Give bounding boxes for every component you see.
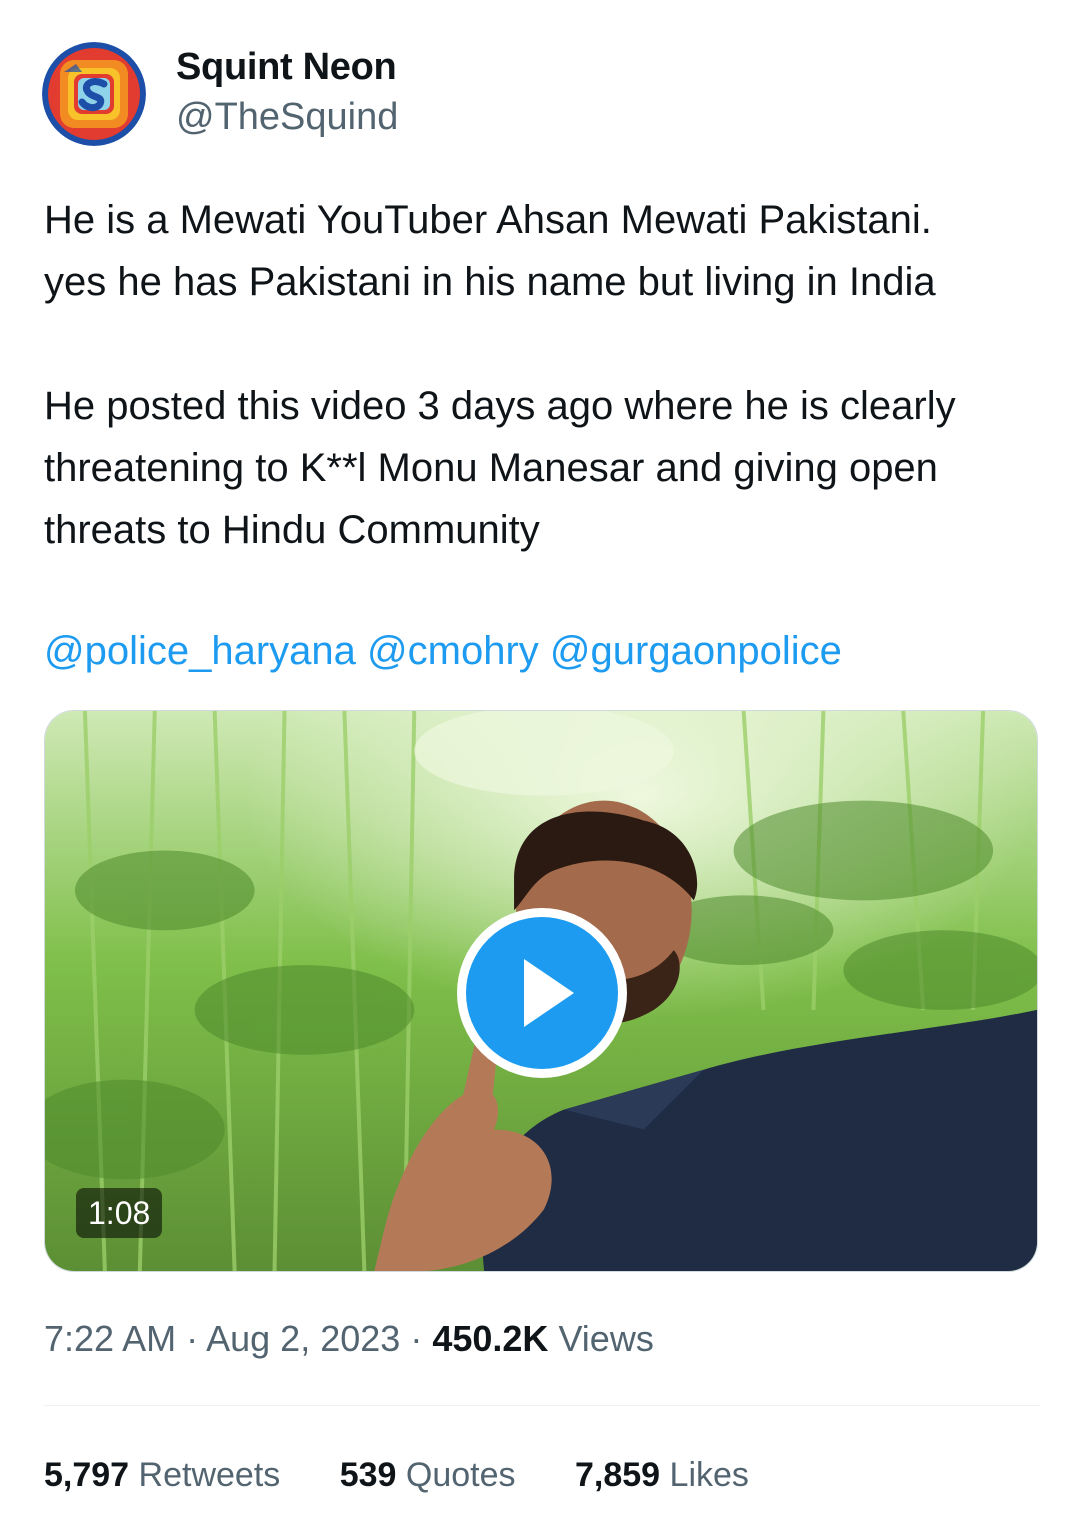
play-button-circle (466, 917, 618, 1069)
play-icon (524, 959, 574, 1027)
tweet-date[interactable]: Aug 2, 2023 (206, 1318, 400, 1359)
tweet-text-line: He is a Mewati YouTuber Ahsan Mewati Pak… (44, 198, 932, 242)
tweet-text-line: threatening to K**l Monu Manesar and giv… (44, 446, 938, 490)
tweet-text-line: He posted this video 3 days ago where he… (44, 384, 956, 428)
views-label: Views (558, 1318, 654, 1359)
quotes-label: Quotes (405, 1456, 516, 1494)
likes-stat[interactable]: 7,859 Likes (575, 1448, 749, 1502)
tweet-paragraph-2: He posted this video 3 days ago where he… (44, 375, 1044, 561)
mention-link[interactable]: @police_haryana (44, 629, 356, 673)
tweet-meta: 7:22 AM · Aug 2, 2023 · 450.2K Views (44, 1312, 654, 1366)
meta-separator: · (410, 1318, 423, 1359)
meta-separator: · (186, 1318, 199, 1359)
retweets-count: 5,797 (44, 1456, 130, 1494)
retweets-stat[interactable]: 5,797 Retweets (44, 1448, 280, 1502)
tweet-time[interactable]: 7:22 AM (44, 1318, 176, 1359)
likes-count: 7,859 (575, 1456, 661, 1494)
author-name[interactable]: Squint Neon (176, 46, 397, 89)
tweet-text-line: yes he has Pakistani in his name but liv… (44, 260, 936, 304)
retweets-label: Retweets (138, 1456, 281, 1494)
play-button[interactable] (457, 908, 627, 1078)
tweet-detail: Squint Neon @TheSquind He is a Mewati Yo… (0, 0, 1080, 1536)
mentions: @police_haryana @cmohry @gurgaonpolice (44, 620, 842, 682)
likes-label: Likes (669, 1456, 749, 1494)
avatar[interactable] (42, 42, 146, 146)
mention-link[interactable]: @cmohry (367, 629, 539, 673)
divider (44, 1405, 1040, 1406)
video-player[interactable]: 1:08 (44, 710, 1038, 1272)
quotes-count: 539 (339, 1456, 397, 1494)
tweet-text-line: threats to Hindu Community (44, 508, 540, 552)
mention-link[interactable]: @gurgaonpolice (550, 629, 842, 673)
tweet-paragraph-1: He is a Mewati YouTuber Ahsan Mewati Pak… (44, 189, 1044, 313)
author-handle[interactable]: @TheSquind (176, 96, 398, 139)
squint-logo-icon (42, 42, 146, 146)
views-count: 450.2K (432, 1318, 549, 1359)
engagement-stats: 5,797 Retweets 539 Quotes 7,859 Likes (44, 1448, 799, 1502)
quotes-stat[interactable]: 539 Quotes (340, 1448, 516, 1502)
video-duration-badge: 1:08 (76, 1188, 163, 1238)
